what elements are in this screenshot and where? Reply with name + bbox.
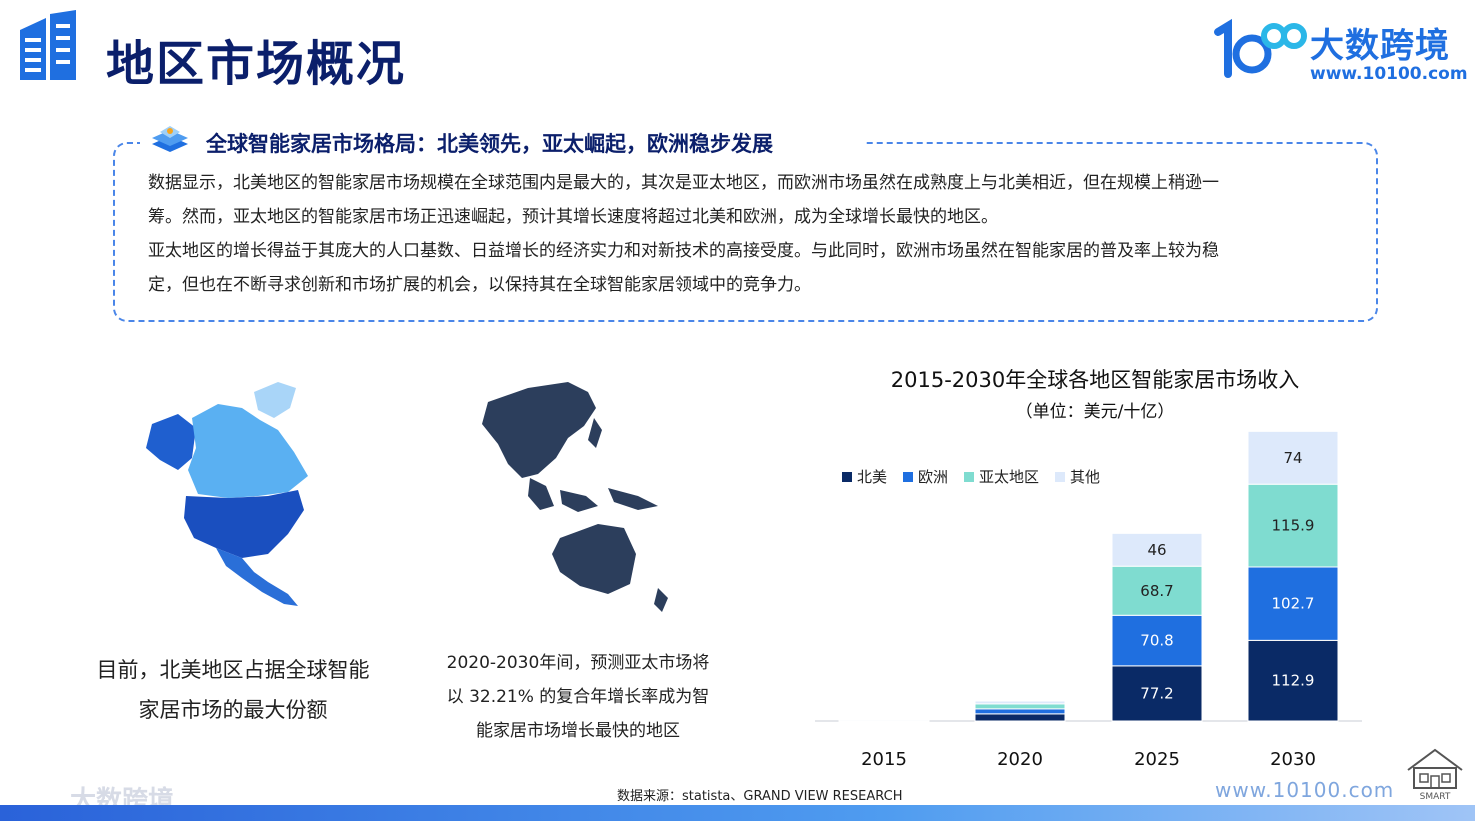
footer-bar (0, 805, 1475, 821)
bar-segment (838, 717, 930, 720)
bar-segment (974, 708, 1066, 715)
stacked-bar-chart: 2015 2020 77.2 70.8 68.7 46 2025 112.9 102.7 115.… (815, 430, 1362, 770)
smart-home-badge-icon: SMART (1407, 748, 1463, 802)
data-label: 46 (1147, 541, 1166, 559)
data-source: 数据来源：statista、GRAND VIEW RESEARCH (617, 789, 903, 804)
bar-segment (974, 713, 1066, 722)
x-tick-label: 2020 (997, 749, 1043, 770)
data-label: 68.7 (1140, 582, 1173, 600)
data-label: 102.7 (1272, 595, 1315, 613)
data-label: 115.9 (1272, 517, 1315, 535)
data-label: 74 (1283, 449, 1302, 467)
bar-segment (974, 703, 1066, 710)
x-tick-label: 2025 (1134, 749, 1180, 770)
x-tick-label: 2030 (1270, 749, 1316, 770)
data-label: 70.8 (1140, 632, 1173, 650)
x-tick-label: 2015 (861, 749, 907, 770)
bar-segment (974, 700, 1066, 705)
data-label: 77.2 (1140, 684, 1173, 702)
watermark-url: www.10100.com (1215, 778, 1395, 802)
smart-badge-label: SMART (1420, 792, 1451, 802)
data-label: 112.9 (1272, 672, 1315, 690)
